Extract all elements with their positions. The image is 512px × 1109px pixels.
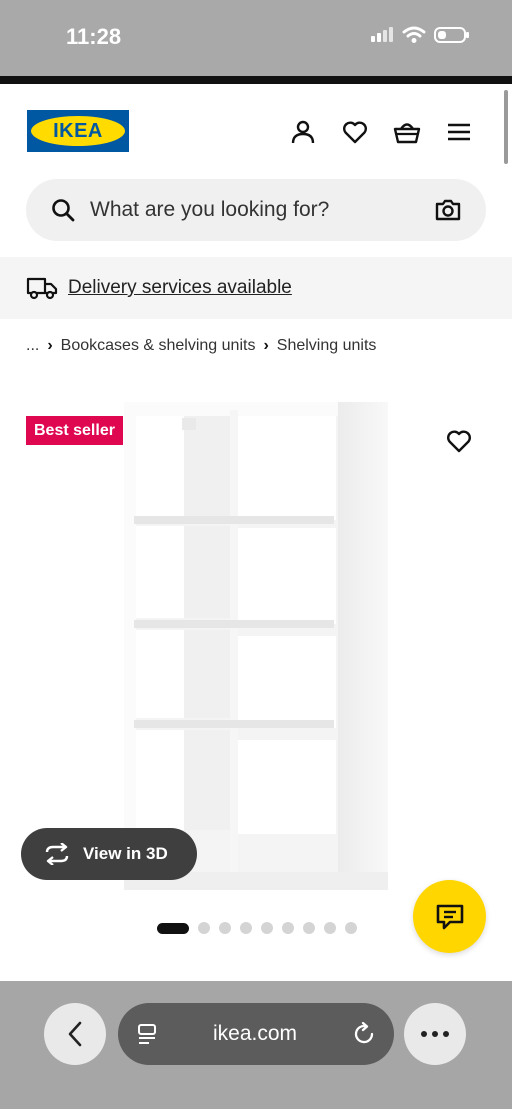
breadcrumb: ... › Bookcases & shelving units › Shelv…	[26, 337, 376, 355]
search-icon	[52, 199, 75, 222]
signal-icon	[371, 27, 393, 42]
truck-icon	[26, 277, 58, 300]
menu-icon	[448, 123, 470, 141]
status-time: 11:28	[66, 24, 122, 49]
basket-button[interactable]	[391, 116, 423, 148]
battery-icon	[434, 27, 469, 43]
reload-icon[interactable]	[352, 1022, 376, 1046]
browser-back-button[interactable]	[44, 1003, 106, 1065]
breadcrumb-ellipsis[interactable]: ...	[26, 337, 39, 355]
carousel-dot[interactable]	[157, 922, 189, 934]
page-menu-icon[interactable]	[136, 1022, 158, 1046]
chevron-left-icon	[68, 1021, 82, 1047]
breadcrumb-bookcases[interactable]: Bookcases & shelving units	[61, 337, 256, 355]
status-icons	[370, 26, 470, 44]
more-horizontal-icon	[421, 1031, 449, 1037]
carousel-dot[interactable]	[345, 922, 357, 934]
image-carousel-dots[interactable]	[157, 922, 357, 934]
chevron-right-icon: ›	[47, 337, 53, 354]
carousel-dot[interactable]	[303, 922, 315, 934]
carousel-dot[interactable]	[261, 922, 273, 934]
favorites-button[interactable]	[339, 116, 371, 148]
breadcrumb-shelving-units[interactable]: Shelving units	[277, 337, 377, 355]
camera-icon[interactable]	[434, 196, 462, 224]
top-divider	[0, 76, 512, 84]
chat-icon	[436, 904, 463, 929]
view-in-3d-label: View in 3D	[83, 844, 168, 863]
wifi-icon	[402, 26, 426, 43]
product-favorite-button[interactable]	[436, 418, 482, 464]
search-input[interactable]: What are you looking for?	[90, 198, 434, 222]
delivery-link[interactable]: Delivery services available	[68, 277, 292, 299]
heart-icon	[343, 121, 367, 144]
view-in-3d-button[interactable]: View in 3D	[21, 828, 197, 880]
account-button[interactable]	[287, 116, 319, 148]
logo-oval: IKEA	[31, 116, 125, 146]
browser-more-button[interactable]	[404, 1003, 466, 1065]
basket-icon	[393, 123, 421, 144]
carousel-dot[interactable]	[240, 922, 252, 934]
url-text[interactable]: ikea.com	[158, 1022, 352, 1046]
logo-text: IKEA	[53, 119, 103, 142]
carousel-dot[interactable]	[282, 922, 294, 934]
carousel-dot[interactable]	[198, 922, 210, 934]
page-scrollbar[interactable]	[504, 90, 508, 164]
best-seller-badge: Best seller	[26, 416, 123, 445]
rotate-3d-icon	[45, 843, 69, 865]
ikea-logo[interactable]: IKEA	[27, 110, 129, 152]
account-icon	[291, 120, 315, 144]
delivery-banner[interactable]: Delivery services available	[0, 257, 512, 319]
heart-icon	[447, 430, 471, 453]
search-bar[interactable]: What are you looking for?	[26, 179, 486, 241]
menu-button[interactable]	[443, 116, 475, 148]
product-image[interactable]	[120, 400, 392, 892]
chat-button[interactable]	[413, 880, 486, 953]
carousel-dot[interactable]	[324, 922, 336, 934]
chevron-right-icon: ›	[263, 337, 269, 354]
address-bar[interactable]: ikea.com	[118, 1003, 394, 1065]
carousel-dot[interactable]	[219, 922, 231, 934]
